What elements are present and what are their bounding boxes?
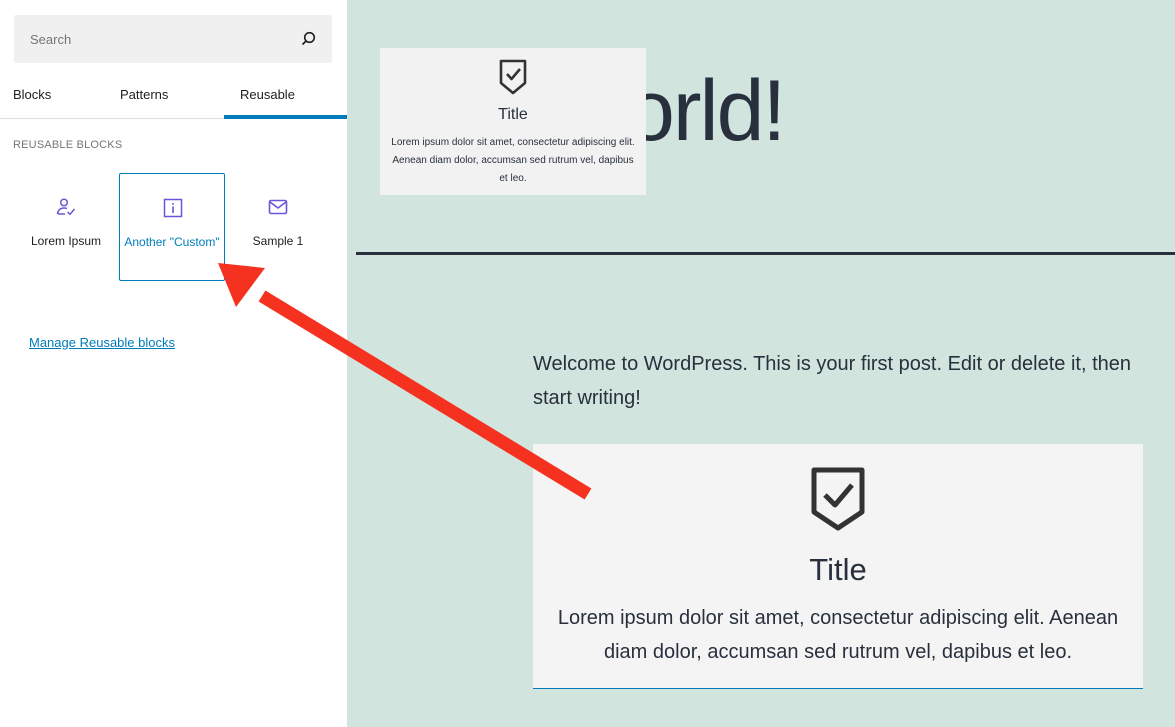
- reusable-block-label: Another "Custom": [124, 235, 220, 249]
- block-inserter-panel: Blocks Patterns Reusable Reusable blocks…: [0, 0, 347, 727]
- reusable-block-content[interactable]: Title Lorem ipsum dolor sit amet, consec…: [533, 444, 1143, 689]
- reusable-block-sample-1[interactable]: Sample 1: [225, 173, 331, 281]
- search-box: [14, 15, 332, 63]
- preview-body: Lorem ipsum dolor sit amet, consectetur …: [391, 137, 635, 184]
- reusable-block-label: Sample 1: [252, 234, 304, 248]
- post-title[interactable]: orld!: [627, 62, 786, 161]
- editor-canvas[interactable]: orld! Title Lorem ipsum dolor sit amet, …: [347, 0, 1175, 727]
- block-preview-card: Title Lorem ipsum dolor sit amet, consec…: [380, 48, 646, 195]
- active-tab-indicator: [224, 115, 347, 119]
- paragraph-block[interactable]: Welcome to WordPress. This is your first…: [533, 347, 1133, 415]
- person-check-icon: [56, 198, 76, 216]
- tab-patterns[interactable]: Patterns: [120, 72, 168, 119]
- inserter-tabs: Blocks Patterns Reusable: [0, 72, 347, 119]
- reusable-block-another-custom[interactable]: Another "Custom": [119, 173, 225, 281]
- info-icon: [163, 198, 183, 218]
- reusable-block-label: Lorem Ipsum: [30, 234, 102, 248]
- tab-reusable[interactable]: Reusable: [224, 72, 347, 119]
- section-heading: Reusable blocks: [13, 139, 123, 151]
- shield-check-icon: [811, 467, 865, 531]
- content-block-body[interactable]: Lorem ipsum dolor sit amet, consectetur …: [543, 601, 1133, 669]
- tab-blocks[interactable]: Blocks: [13, 72, 51, 119]
- reusable-block-lorem-ipsum[interactable]: Lorem Ipsum: [13, 173, 119, 281]
- search-icon[interactable]: [298, 29, 318, 49]
- search-input[interactable]: [14, 15, 284, 63]
- preview-title: Title: [498, 106, 528, 123]
- separator-block[interactable]: [356, 252, 1175, 255]
- shield-check-icon: [499, 59, 527, 95]
- content-block-title[interactable]: Title: [533, 552, 1143, 588]
- manage-reusable-blocks-link[interactable]: Manage Reusable blocks: [29, 335, 175, 350]
- envelope-icon: [268, 199, 288, 215]
